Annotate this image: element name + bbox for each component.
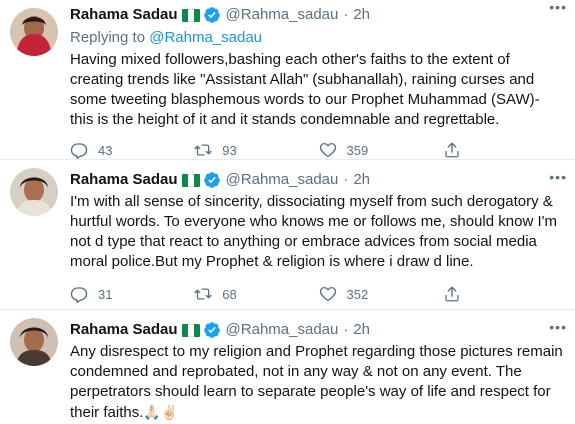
tweet[interactable]: Rahama Sadau @Rahma_sadau · 2h I'm with … [0,160,575,310]
like-count: 352 [346,286,369,302]
tweet-text: Having mixed followers,bashing each othe… [70,51,540,128]
timestamp[interactable]: 2h [353,320,370,340]
display-name[interactable]: Rahama Sadau [70,320,178,340]
like-button[interactable]: 352 [319,285,443,303]
tweet-header: Rahama Sadau @Rahma_sadau · 2h [70,5,567,25]
share-button[interactable] [443,285,567,303]
nigeria-flag-icon [181,8,200,22]
tweet-actions: 31 68 352 [70,284,567,304]
avatar[interactable] [10,168,58,216]
tweet[interactable]: Rahama Sadau @Rahma_sadau · 2h Any disre… [0,310,575,424]
separator-dot: · [343,6,349,23]
replying-to-handle-link[interactable]: @Rahma_sadau [149,29,262,46]
like-count: 359 [346,142,369,158]
retweet-count: 68 [222,286,237,302]
separator-dot: · [343,171,349,188]
verified-badge-icon [203,322,220,338]
handle[interactable]: @Rahma_sadau [226,170,339,190]
avatar-image [10,168,58,216]
retweet-button[interactable]: 68 [194,285,318,303]
heart-icon [319,286,336,302]
tweet-header: Rahama Sadau @Rahma_sadau · 2h [70,320,567,340]
avatar[interactable] [10,8,58,56]
timestamp[interactable]: 2h [353,5,370,25]
nigeria-flag-icon [181,323,200,337]
more-options-icon[interactable]: ••• [549,0,567,14]
separator-dot: · [343,321,349,338]
more-options-icon[interactable]: ••• [549,320,567,334]
tweet-header: Rahama Sadau @Rahma_sadau · 2h [70,170,567,190]
reply-count: 31 [98,286,113,302]
tweet-text: I'm with all sense of sincerity, dissoci… [70,193,557,270]
reply-button[interactable]: 43 [70,141,194,159]
share-button[interactable] [443,141,567,159]
heart-icon [319,142,336,158]
retweet-count: 93 [222,142,237,158]
avatar[interactable] [10,318,58,366]
reply-icon [70,287,88,303]
retweet-icon [194,144,212,156]
reply-button[interactable]: 31 [70,285,194,303]
tweet-actions: 43 93 359 [70,140,567,160]
nigeria-flag-icon [181,173,200,187]
display-name[interactable]: Rahama Sadau [70,170,178,190]
display-name[interactable]: Rahama Sadau [70,5,178,25]
replying-to: Replying to @Rahma_sadau [70,28,567,48]
tweet-text: Any disrespect to my religion and Prophe… [70,342,567,423]
replying-to-label: Replying to [70,29,150,46]
more-options-icon[interactable]: ••• [549,170,567,184]
verified-badge-icon [203,172,220,188]
tweet[interactable]: Rahama Sadau @Rahma_sadau · 2h Replying … [0,0,575,160]
retweet-icon [194,288,212,300]
handle[interactable]: @Rahma_sadau [226,320,339,340]
share-icon [445,286,459,302]
timestamp[interactable]: 2h [353,170,370,190]
avatar-image [10,8,58,56]
share-icon [445,142,459,158]
verified-badge-icon [203,7,220,23]
reply-count: 43 [98,142,113,158]
reply-icon [70,143,88,159]
praying-peace-hands-emoji: 🙏🏻✌🏻 [143,404,179,420]
handle[interactable]: @Rahma_sadau [226,5,339,25]
retweet-button[interactable]: 93 [194,141,318,159]
avatar-image [10,318,58,366]
like-button[interactable]: 359 [319,141,443,159]
